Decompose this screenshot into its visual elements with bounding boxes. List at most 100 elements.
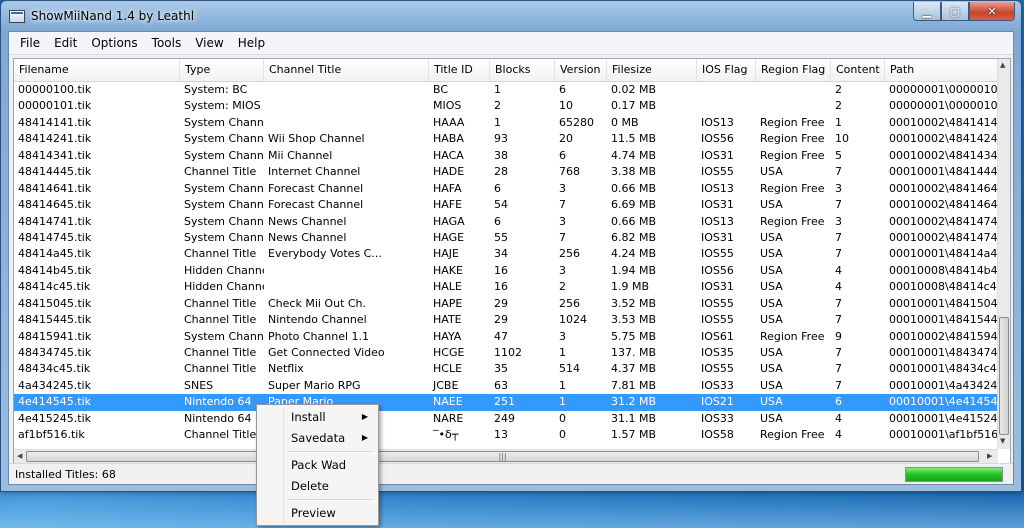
column-header-content[interactable]: Content — [831, 59, 885, 81]
vertical-scroll-thumb[interactable] — [999, 317, 1009, 435]
column-header-channel-title[interactable]: Channel Title — [264, 59, 429, 81]
cell-filesize: 3.53 MB — [611, 313, 657, 327]
menu-file[interactable]: File — [13, 34, 47, 52]
cell-content: 1 — [835, 115, 842, 129]
table-row[interactable]: 48414641.tik System Channel Forecast Chann… — [14, 181, 998, 197]
cell-channel-title: Check Mii Out Ch. — [268, 296, 367, 310]
cell-path: 00010001\48415045 — [889, 296, 998, 310]
table-row[interactable]: 48414141.tik System Channel HAAA 1 65280 0 MB… — [14, 115, 998, 131]
cell-channel-title: Forecast Channel — [268, 198, 364, 212]
table-row[interactable]: 4e414545.tik Nintendo 64 Paper Mario NAEE 25… — [14, 394, 998, 411]
column-header-blocks[interactable]: Blocks — [490, 59, 555, 81]
cell-ios-flag: IOS33 — [701, 378, 734, 392]
cell-filename: 48415445.tik — [18, 313, 92, 327]
cell-path: 00010001\48434c45 — [889, 362, 998, 376]
context-delete[interactable]: Delete — [259, 476, 376, 496]
column-header-path[interactable]: Path — [885, 59, 998, 81]
vertical-scrollbar[interactable]: ▲ ▼ — [997, 59, 1010, 449]
title-bar[interactable]: ShowMiiNand 1.4 by Leathl ▁ ▢ ✕ — [1, 1, 1021, 31]
table-row[interactable]: 48414645.tik System Channel Forecast Chann… — [14, 197, 998, 213]
table-row[interactable]: 48434745.tik Channel Title Get Connected V… — [14, 345, 998, 361]
caption-buttons: ▁ ▢ ✕ — [913, 2, 1015, 21]
cell-ios-flag: IOS31 — [701, 198, 734, 212]
cell-version: 256 — [559, 247, 580, 261]
column-header-title-id[interactable]: Title ID — [429, 59, 490, 81]
column-header-version[interactable]: Version — [555, 59, 607, 81]
table-row[interactable]: 48434c45.tik Channel Title Netflix HCLE 35 51… — [14, 361, 998, 377]
menu-tools[interactable]: Tools — [145, 34, 189, 52]
cell-type: System: BC — [184, 83, 248, 96]
menu-options[interactable]: Options — [84, 34, 144, 52]
cell-blocks: 93 — [494, 132, 508, 146]
cell-title-id: HAFE — [433, 198, 463, 212]
cell-content: 9 — [835, 329, 842, 343]
cell-type: System Channel — [184, 132, 264, 146]
column-header-filesize[interactable]: Filesize — [607, 59, 697, 81]
close-button[interactable]: ✕ — [969, 2, 1015, 21]
table-row[interactable]: 48414c45.tik Hidden Channel HALE 16 2 1.9 MB I… — [14, 279, 998, 295]
column-header-type[interactable]: Type — [180, 59, 264, 81]
cell-type: System Channel — [184, 329, 264, 343]
table-row[interactable]: 48414341.tik System Channel Mii Channel HAC… — [14, 148, 998, 164]
cell-filesize: 0.66 MB — [611, 214, 657, 228]
cell-channel-title: News Channel — [268, 214, 347, 228]
cell-channel-title: Netflix — [268, 362, 304, 376]
cell-region-flag: USA — [760, 411, 783, 425]
table-row[interactable]: 00000100.tik System: BC BC 1 6 0.02 MB 2 000000… — [14, 82, 998, 98]
cell-version: 7 — [559, 198, 566, 212]
cell-blocks: 47 — [494, 329, 508, 343]
table-row[interactable]: 48415941.tik System Channel Photo Channel … — [14, 329, 998, 345]
cell-path: 00010001\48415445 — [889, 313, 998, 327]
menu-help[interactable]: Help — [231, 34, 272, 52]
scroll-down-icon[interactable]: ▼ — [1000, 437, 1005, 445]
context-savedata[interactable]: Savedata ▶ — [259, 428, 376, 448]
table-row[interactable]: 00000101.tik System: MIOS MIOS 2 10 0.17 MB 2 0… — [14, 98, 998, 114]
context-preview[interactable]: Preview — [259, 503, 376, 523]
titles-list-view[interactable]: Filename Type Channel Title Title ID Blocks V… — [13, 58, 1011, 464]
cell-ios-flag: IOS31 — [701, 230, 734, 244]
horizontal-scrollbar[interactable]: ◀ ||| ▶ — [14, 449, 998, 463]
table-row[interactable]: 48414745.tik System Channel News Channel HA… — [14, 230, 998, 246]
minimize-button[interactable]: ▁ — [913, 2, 941, 21]
table-row[interactable]: 48415445.tik Channel Title Nintendo Channe… — [14, 312, 998, 328]
table-row[interactable]: 48414741.tik System Channel News Channel HA… — [14, 214, 998, 230]
table-row[interactable]: 48414a45.tik Channel Title Everybody Votes… — [14, 246, 998, 262]
cell-path: 00010001\48414445 — [889, 165, 998, 179]
table-row[interactable]: af1bf516.tik Channel Title ‾•δ┬ 13 0 1.57 MB I… — [14, 427, 998, 443]
horizontal-scroll-thumb[interactable]: ||| — [26, 451, 979, 462]
table-row[interactable]: 48414445.tik Channel Title Internet Channe… — [14, 164, 998, 180]
table-row[interactable]: 4a434245.tik SNES Super Mario RPG JCBE 63 1 7.… — [14, 378, 998, 394]
table-row[interactable]: 48414b45.tik Hidden Channel HAKE 16 3 1.94 MB… — [14, 263, 998, 279]
cell-path: 00010001\48414a45 — [889, 247, 998, 261]
scroll-up-icon[interactable]: ▲ — [1000, 61, 1005, 69]
cell-type: System Channel — [184, 230, 264, 244]
cell-region-flag: Region Free — [760, 214, 825, 228]
column-header-ios-flag[interactable]: IOS Flag — [697, 59, 756, 81]
scroll-left-icon[interactable]: ◀ — [17, 452, 22, 460]
context-install[interactable]: Install ▶ — [259, 407, 376, 427]
cell-channel-title: Nintendo Channel — [268, 313, 367, 327]
cell-type: Channel Title — [184, 165, 257, 179]
cell-path: 00010002\48414341 — [889, 148, 998, 162]
maximize-icon: ▢ — [949, 4, 961, 18]
cell-path: 00010002\48414641 — [889, 181, 998, 195]
app-window-icon[interactable] — [9, 10, 25, 23]
menu-view[interactable]: View — [188, 34, 230, 52]
maximize-button[interactable]: ▢ — [941, 2, 969, 21]
menu-edit[interactable]: Edit — [47, 34, 84, 52]
scroll-right-icon[interactable]: ▶ — [987, 452, 992, 460]
table-row[interactable]: 48414241.tik System Channel Wii Shop Chann… — [14, 131, 998, 147]
context-pack-wad-label: Pack Wad — [291, 458, 347, 472]
context-pack-wad[interactable]: Pack Wad — [259, 455, 376, 475]
cell-blocks: 249 — [494, 411, 515, 425]
table-row[interactable]: 48415045.tik Channel Title Check Mii Out C… — [14, 296, 998, 312]
cell-content: 6 — [835, 395, 842, 409]
cell-path: 00010008\48414c45 — [889, 280, 998, 294]
column-header-region-flag[interactable]: Region Flag — [756, 59, 831, 81]
column-header-filename[interactable]: Filename — [14, 59, 180, 81]
table-row[interactable]: 4e415245.tik Nintendo 64 NARE 249 0 31.1 MB IO… — [14, 411, 998, 427]
cell-title-id: HAAA — [433, 115, 465, 129]
cell-filesize: 1.9 MB — [611, 280, 650, 294]
cell-filename: 48414c45.tik — [18, 280, 91, 294]
cell-blocks: 16 — [494, 263, 508, 277]
